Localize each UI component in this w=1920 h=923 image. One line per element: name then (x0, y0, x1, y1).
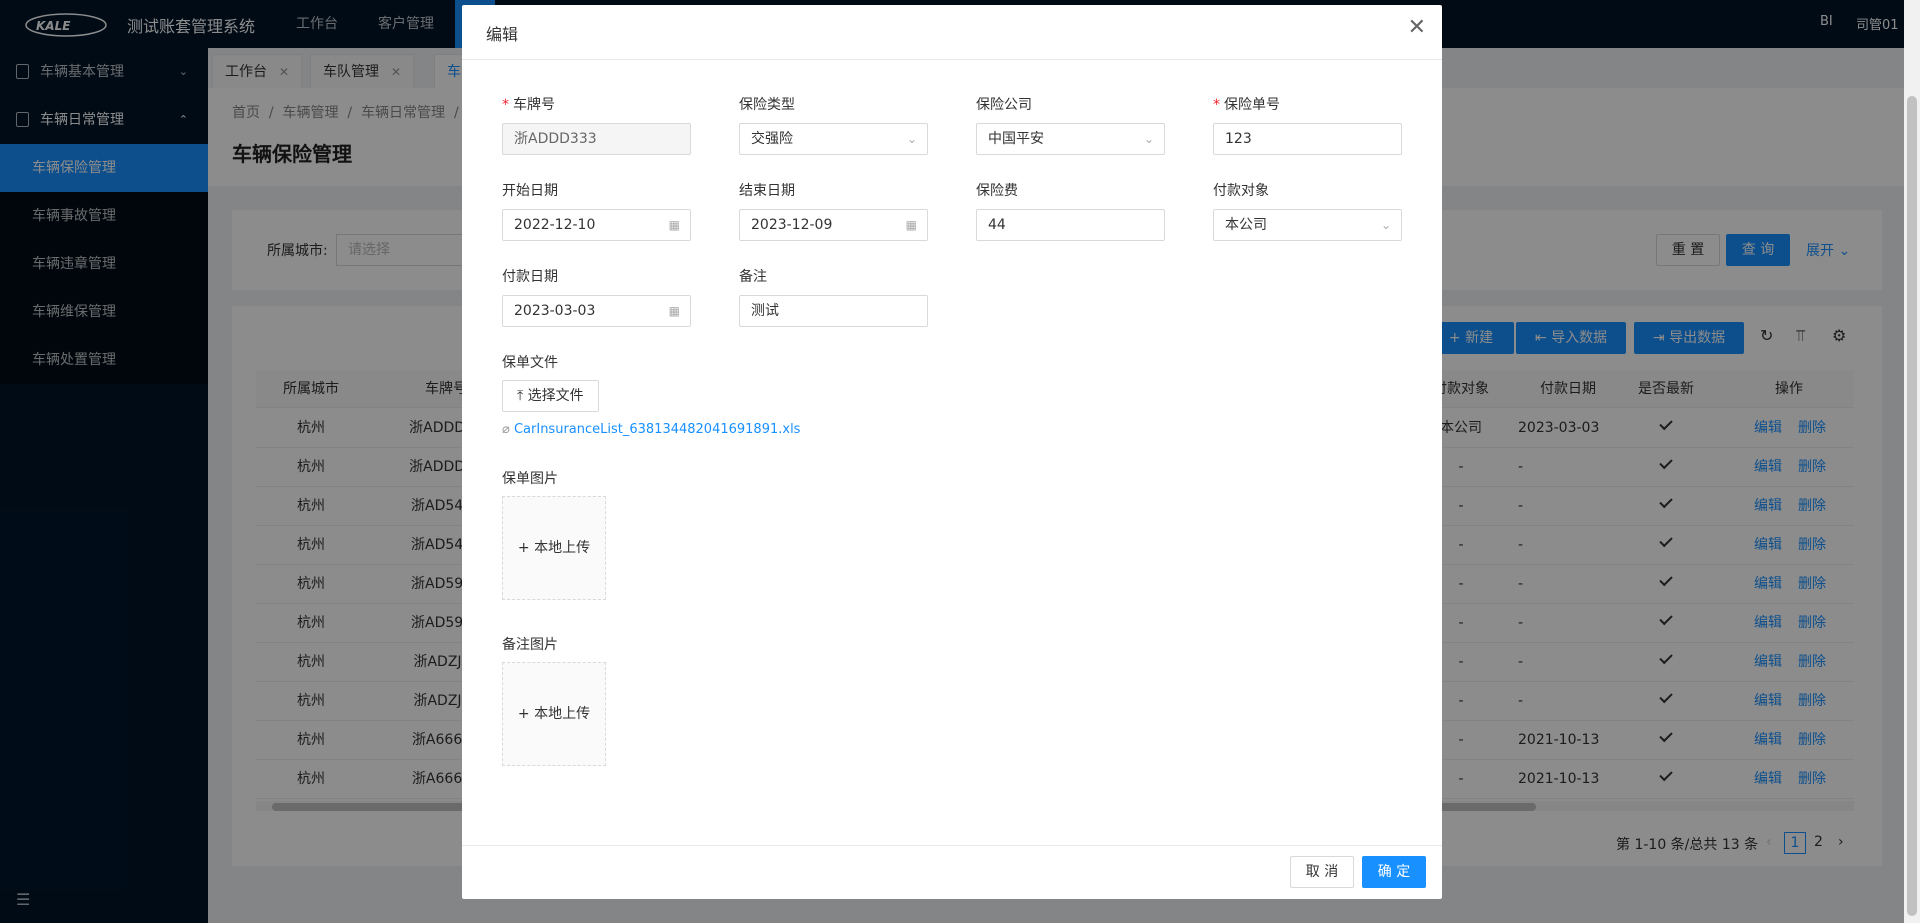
pay-date-label: 付款日期 (502, 269, 558, 285)
attached-file-name: CarInsuranceList_638134482041691891.xls (513, 422, 801, 437)
required-mark: * (502, 97, 509, 113)
pay-date-value: 2023-03-03 (514, 303, 596, 319)
end-date-picker[interactable]: 2023-12-09 ▦ (739, 209, 928, 241)
ok-button[interactable]: 确 定 (1362, 856, 1426, 888)
cancel-button[interactable]: 取 消 (1290, 856, 1354, 888)
ins-type-value: 交强险 (751, 131, 793, 147)
premium-label: 保险费 (976, 183, 1018, 199)
payee-value: 本公司 (1225, 217, 1267, 233)
start-date-picker[interactable]: 2022-12-10 ▦ (502, 209, 691, 241)
divider (462, 845, 1442, 846)
policy-no-label-text: 保险单号 (1224, 97, 1280, 113)
edit-modal: 编辑 ✕ * 车牌号 浙ADDD333 保险类型 交强险 ⌄ 保险公司 中国平安 ⌄ … (462, 5, 1442, 899)
remark-label: 备注 (739, 269, 767, 285)
policy-image-upload[interactable]: + 本地上传 (502, 496, 606, 600)
select-file-button[interactable]: ⤒ 选择文件 (502, 380, 599, 412)
ins-company-value: 中国平安 (988, 131, 1044, 147)
chevron-down-icon: ⌄ (906, 132, 917, 146)
payee-select[interactable]: 本公司 ⌄ (1213, 209, 1402, 241)
policy-no-label: * 保险单号 (1213, 94, 1280, 114)
page-vertical-scrollbar[interactable] (1904, 0, 1920, 923)
modal-title: 编辑 (486, 25, 519, 44)
remark-input[interactable]: 测试 (739, 295, 928, 327)
attached-file-link[interactable]: ⌀ CarInsuranceList_638134482041691891.xl… (502, 422, 800, 437)
start-date-label: 开始日期 (502, 183, 558, 199)
close-icon[interactable]: ✕ (1408, 17, 1426, 39)
ins-type-select[interactable]: 交强险 ⌄ (739, 123, 928, 155)
chevron-down-icon: ⌄ (1143, 132, 1154, 146)
policy-file-label: 保单文件 (502, 355, 558, 371)
end-date-label: 结束日期 (739, 183, 795, 199)
divider (462, 59, 1442, 60)
end-date-value: 2023-12-09 (751, 217, 833, 233)
paperclip-icon: ⌀ (502, 422, 510, 437)
remark-image-label: 备注图片 (502, 637, 558, 653)
calendar-icon: ▦ (905, 218, 917, 232)
payee-label: 付款对象 (1213, 183, 1269, 199)
select-file-label: 选择文件 (527, 388, 584, 404)
plate-input[interactable]: 浙ADDD333 (502, 123, 691, 155)
upload-icon: ⤒ (517, 388, 524, 404)
ins-type-label: 保险类型 (739, 97, 795, 113)
calendar-icon: ▦ (668, 218, 680, 232)
plate-label: * 车牌号 (502, 94, 555, 114)
ins-company-select[interactable]: 中国平安 ⌄ (976, 123, 1165, 155)
premium-input[interactable]: 44 (976, 209, 1165, 241)
remark-image-upload[interactable]: + 本地上传 (502, 662, 606, 766)
start-date-value: 2022-12-10 (514, 217, 596, 233)
required-mark: * (1213, 97, 1220, 113)
policy-no-input[interactable]: 123 (1213, 123, 1402, 155)
chevron-down-icon: ⌄ (1380, 218, 1391, 232)
pay-date-picker[interactable]: 2023-03-03 ▦ (502, 295, 691, 327)
scrollbar-thumb[interactable] (1907, 96, 1917, 916)
policy-image-label: 保单图片 (502, 471, 558, 487)
calendar-icon: ▦ (668, 304, 680, 318)
ins-company-label: 保险公司 (976, 97, 1032, 113)
plate-label-text: 车牌号 (513, 97, 555, 113)
